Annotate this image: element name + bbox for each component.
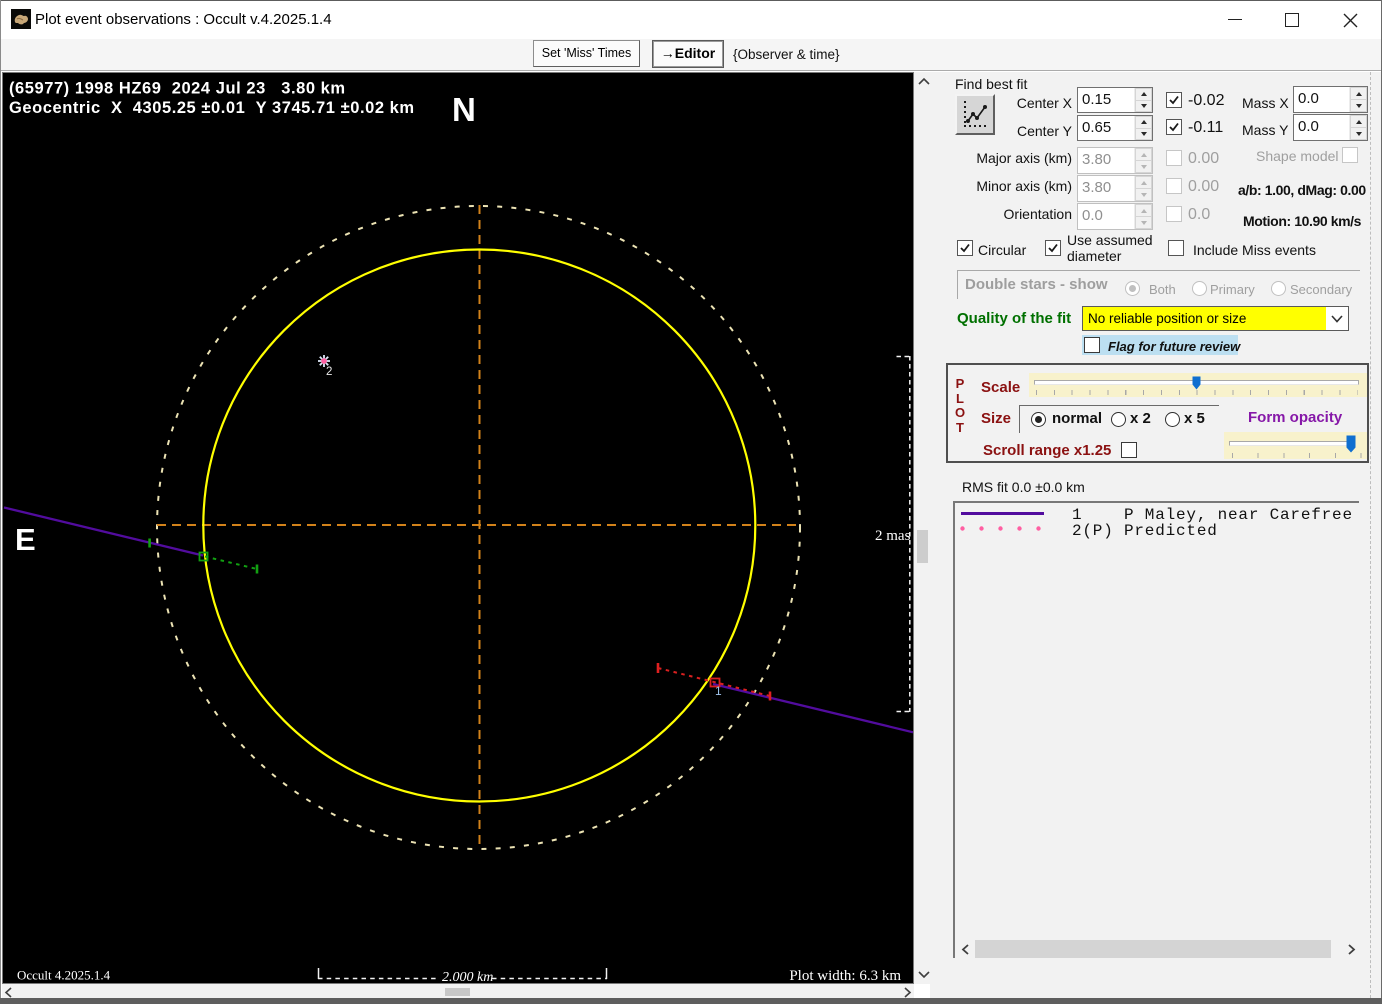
svg-text:1: 1 — [715, 684, 722, 698]
svg-text:Plot width: 6.3 km: Plot width: 6.3 km — [789, 968, 901, 983]
svg-text:2: 2 — [326, 366, 332, 378]
svg-text:N: N — [452, 91, 476, 128]
svg-text:2 mas: 2 mas — [875, 528, 911, 544]
svg-text:E: E — [15, 522, 36, 557]
svg-text:Geocentric X 4305.25 ±0.01: Geocentric X 4305.25 ±0.01 Y 3745.71 ±0.… — [9, 99, 415, 117]
svg-text:Occult 4.2025.1.4: Occult 4.2025.1.4 — [17, 968, 111, 983]
svg-text:(65977) 1998 HZ69 2024 Jul 23: (65977) 1998 HZ69 2024 Jul 23 3.80 km — [9, 80, 346, 98]
svg-text:2.000 km: 2.000 km — [442, 970, 493, 983]
